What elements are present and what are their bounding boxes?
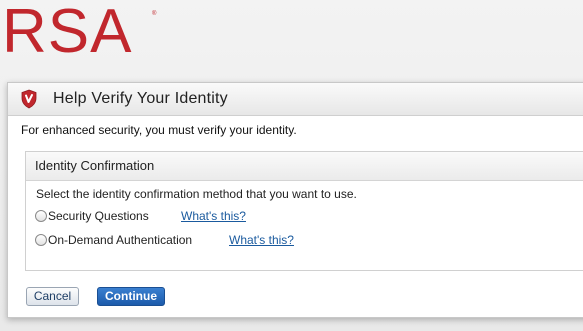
shield-icon [21, 89, 37, 109]
security-questions-help-link[interactable]: What's this? [181, 209, 246, 223]
on-demand-authentication-radio[interactable] [35, 234, 47, 246]
on-demand-authentication-help-link[interactable]: What's this? [229, 233, 294, 247]
dialog-title: Help Verify Your Identity [53, 90, 228, 107]
security-questions-label[interactable]: Security Questions [48, 209, 149, 223]
page: RSA ® Help Verify Your Identity For enha… [0, 0, 583, 331]
cancel-button[interactable]: Cancel [26, 287, 79, 306]
registered-mark: ® [152, 11, 157, 17]
on-demand-authentication-label[interactable]: On-Demand Authentication [48, 233, 192, 247]
rsa-logo: RSA ® [2, 0, 162, 66]
panel-header: Identity Confirmation [26, 152, 583, 181]
identity-confirmation-panel: Identity Confirmation Select the identit… [25, 151, 583, 271]
panel-description: Select the identity confirmation method … [36, 187, 357, 201]
dialog-header: Help Verify Your Identity [8, 83, 583, 116]
continue-button[interactable]: Continue [97, 287, 165, 306]
logo-text: RSA [2, 0, 133, 66]
option-security-questions[interactable]: Security Questions [35, 208, 149, 224]
panel-title: Identity Confirmation [35, 158, 155, 173]
option-on-demand-authentication[interactable]: On-Demand Authentication [35, 232, 192, 248]
security-questions-radio[interactable] [35, 210, 47, 222]
verify-identity-dialog: Help Verify Your Identity For enhanced s… [7, 82, 583, 318]
intro-text: For enhanced security, you must verify y… [21, 123, 297, 137]
